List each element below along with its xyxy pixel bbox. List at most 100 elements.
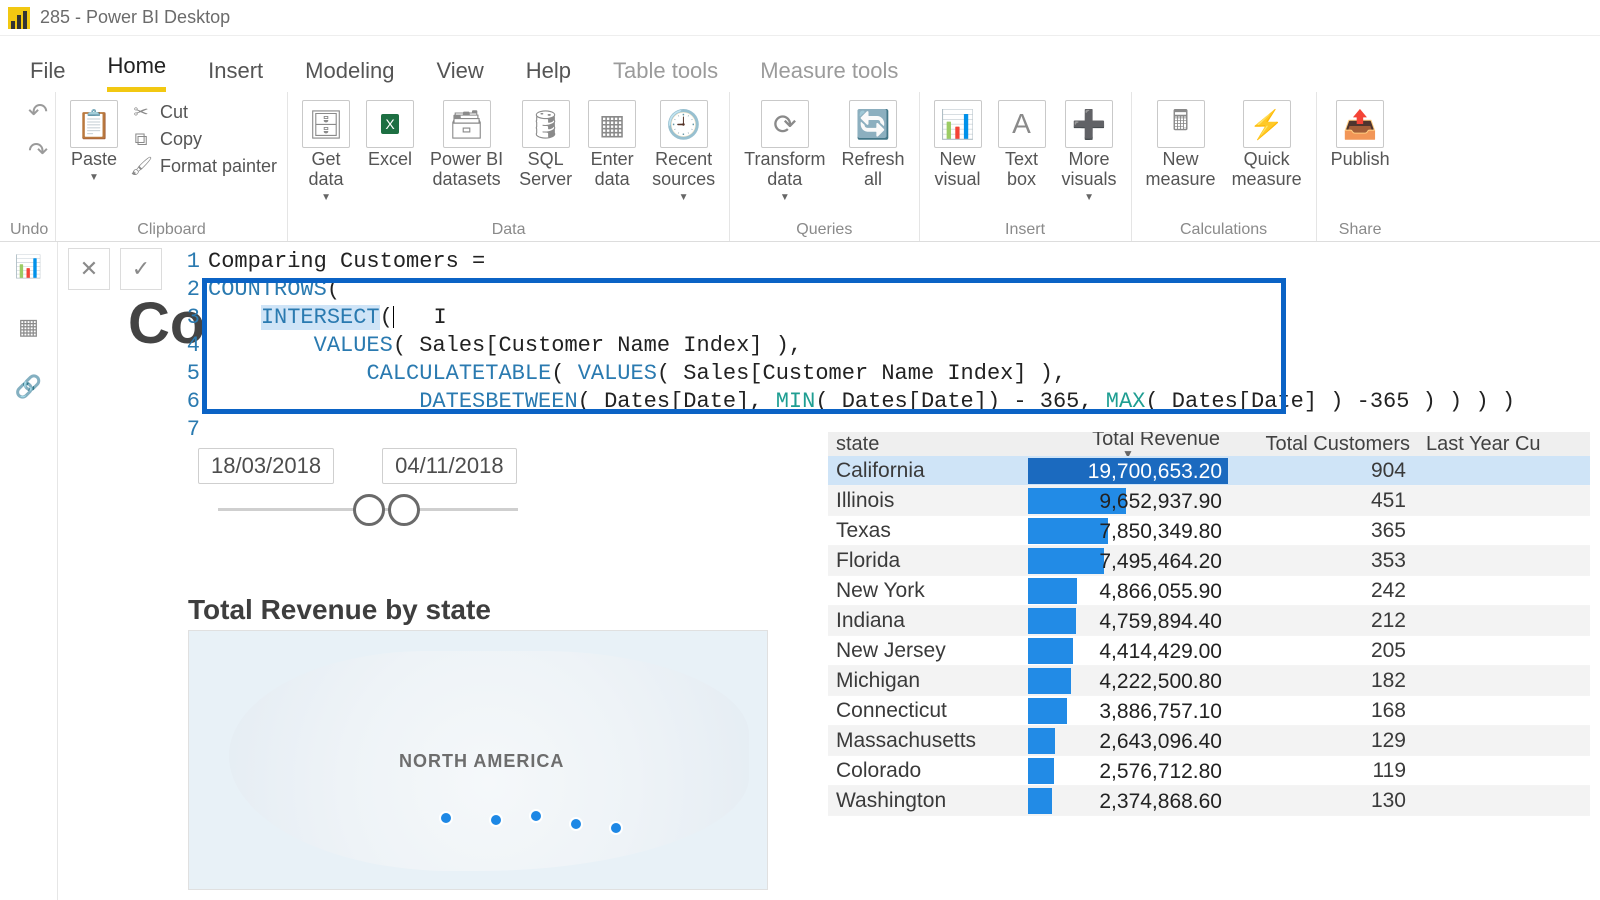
window-title: 285 - Power BI Desktop [40,7,230,28]
date-to-input[interactable]: 04/11/2018 [382,448,516,484]
cell-revenue: 4,222,500.80 [1028,667,1228,695]
cell-revenue: 9,652,937.90 [1028,487,1228,515]
refresh-all-button[interactable]: 🔄Refresh all [837,98,908,192]
cell-customers: 365 [1228,519,1418,543]
revenue-bar [1028,518,1108,544]
transform-data-button[interactable]: ⟳Transform data▼ [740,98,829,205]
group-undo-label: Undo [10,219,45,239]
table-row[interactable]: Indiana4,759,894.40212 [828,606,1590,636]
table-row[interactable]: Michigan4,222,500.80182 [828,666,1590,696]
rail-model-view[interactable]: 🔗 [12,370,46,404]
slider-thumb-end[interactable] [388,494,420,526]
chart-icon: 📊 [934,100,982,148]
col-last-year[interactable]: Last Year Cu [1418,432,1590,456]
more-visuals-button[interactable]: ➕More visuals▼ [1058,98,1121,205]
tab-home[interactable]: Home [107,53,166,92]
table-row[interactable]: Connecticut3,886,757.10168 [828,696,1590,726]
slider-thumb-start[interactable] [353,494,385,526]
new-measure-button[interactable]: 🖩New measure [1142,98,1220,192]
database-icon: 🗄 [302,100,350,148]
cell-revenue: 2,374,868.60 [1028,787,1228,815]
text-box-button[interactable]: AText box [994,98,1050,192]
excel-icon: X [366,100,414,148]
title-bar: 285 - Power BI Desktop [0,0,1600,36]
map-point[interactable] [529,809,543,823]
quick-measure-button[interactable]: ⚡Quick measure [1228,98,1306,192]
scissors-icon: ✂ [130,102,152,123]
table-row[interactable]: Florida7,495,464.20353 [828,546,1590,576]
table-row[interactable]: Illinois9,652,937.90451 [828,486,1590,516]
redo-button[interactable]: ↷ [28,137,48,166]
revenue-value: 4,222,500.80 [1099,670,1222,694]
revenue-bar [1028,638,1073,664]
enter-data-button[interactable]: ▦Enter data [584,98,640,192]
rail-report-view[interactable]: 📊 [12,250,46,284]
col-state[interactable]: state [828,432,1028,456]
clipboard-icon: 📋 [70,100,118,148]
map-point[interactable] [609,821,623,835]
formula-cancel-button[interactable]: ✕ [68,248,110,290]
revenue-bar [1028,698,1067,724]
date-from-input[interactable]: 18/03/2018 [198,448,334,484]
recent-sources-button[interactable]: 🕘Recent sources▼ [648,98,719,205]
powerbi-datasets-button[interactable]: 🗃Power BI datasets [426,98,507,192]
tab-measure-tools[interactable]: Measure tools [760,58,898,92]
map-point[interactable] [569,817,583,831]
cell-revenue: 4,759,894.40 [1028,607,1228,635]
cell-state: Connecticut [828,699,1028,723]
revenue-value: 3,886,757.10 [1099,700,1222,724]
rail-data-view[interactable]: ▦ [12,310,46,344]
cut-button[interactable]: ✂Cut [130,102,277,123]
tab-table-tools[interactable]: Table tools [613,58,718,92]
publish-button[interactable]: 📤Publish [1327,98,1394,172]
cell-customers: 130 [1228,789,1418,813]
col-total-revenue[interactable]: Total Revenue▼ [1028,432,1228,456]
table-row[interactable]: Massachusetts2,643,096.40129 [828,726,1590,756]
cell-revenue: 3,886,757.10 [1028,697,1228,725]
formula-commit-button[interactable]: ✓ [120,248,162,290]
cell-customers: 129 [1228,729,1418,753]
revenue-value: 4,414,429.00 [1099,640,1222,664]
undo-button[interactable]: ↶ [28,98,48,127]
formula-bar[interactable]: 1234567 Comparing Customers = COUNTROWS(… [178,248,1590,444]
new-visual-button[interactable]: 📊New visual [930,98,986,192]
ribbon-tabs: File Home Insert Modeling View Help Tabl… [0,36,1600,92]
table-row[interactable]: Washington2,374,868.60130 [828,786,1590,816]
cell-customers: 904 [1228,459,1418,483]
copy-button[interactable]: ⧉Copy [130,129,277,150]
cell-revenue: 19,700,653.20 [1028,457,1228,485]
revenue-value: 7,495,464.20 [1099,550,1222,574]
map-point[interactable] [439,811,453,825]
tab-help[interactable]: Help [526,58,571,92]
group-queries-label: Queries [740,219,908,239]
copy-icon: ⧉ [130,129,152,150]
formula-code[interactable]: Comparing Customers = COUNTROWS( INTERSE… [208,248,1590,444]
map-point[interactable] [489,813,503,827]
map-visual[interactable]: NORTH AMERICA [188,630,768,890]
tab-modeling[interactable]: Modeling [305,58,394,92]
format-painter-button[interactable]: 🖌Format painter [130,156,277,177]
group-insert-label: Insert [930,219,1121,239]
revenue-value: 9,652,937.90 [1099,490,1222,514]
table-row[interactable]: California19,700,653.20904 [828,456,1590,486]
excel-button[interactable]: XExcel [362,98,418,172]
get-data-button[interactable]: 🗄Get data▼ [298,98,354,205]
table-row[interactable]: New Jersey4,414,429.00205 [828,636,1590,666]
tab-insert[interactable]: Insert [208,58,263,92]
table-row[interactable]: Texas7,850,349.80365 [828,516,1590,546]
sql-server-button[interactable]: 🛢SQL Server [515,98,576,192]
cell-state: Florida [828,549,1028,573]
publish-icon: 📤 [1336,100,1384,148]
table-row[interactable]: Colorado2,576,712.80119 [828,756,1590,786]
cell-customers: 182 [1228,669,1418,693]
cell-state: Colorado [828,759,1028,783]
table-row[interactable]: New York4,866,055.90242 [828,576,1590,606]
paste-button[interactable]: 📋 Paste ▼ [66,98,122,185]
date-slider[interactable] [218,490,518,530]
tab-view[interactable]: View [436,58,483,92]
revenue-value: 7,850,349.80 [1099,520,1222,544]
tab-file[interactable]: File [30,58,65,92]
table-icon: ▦ [588,100,636,148]
col-total-customers[interactable]: Total Customers [1228,432,1418,456]
revenue-table[interactable]: state Total Revenue▼ Total Customers Las… [828,432,1590,816]
